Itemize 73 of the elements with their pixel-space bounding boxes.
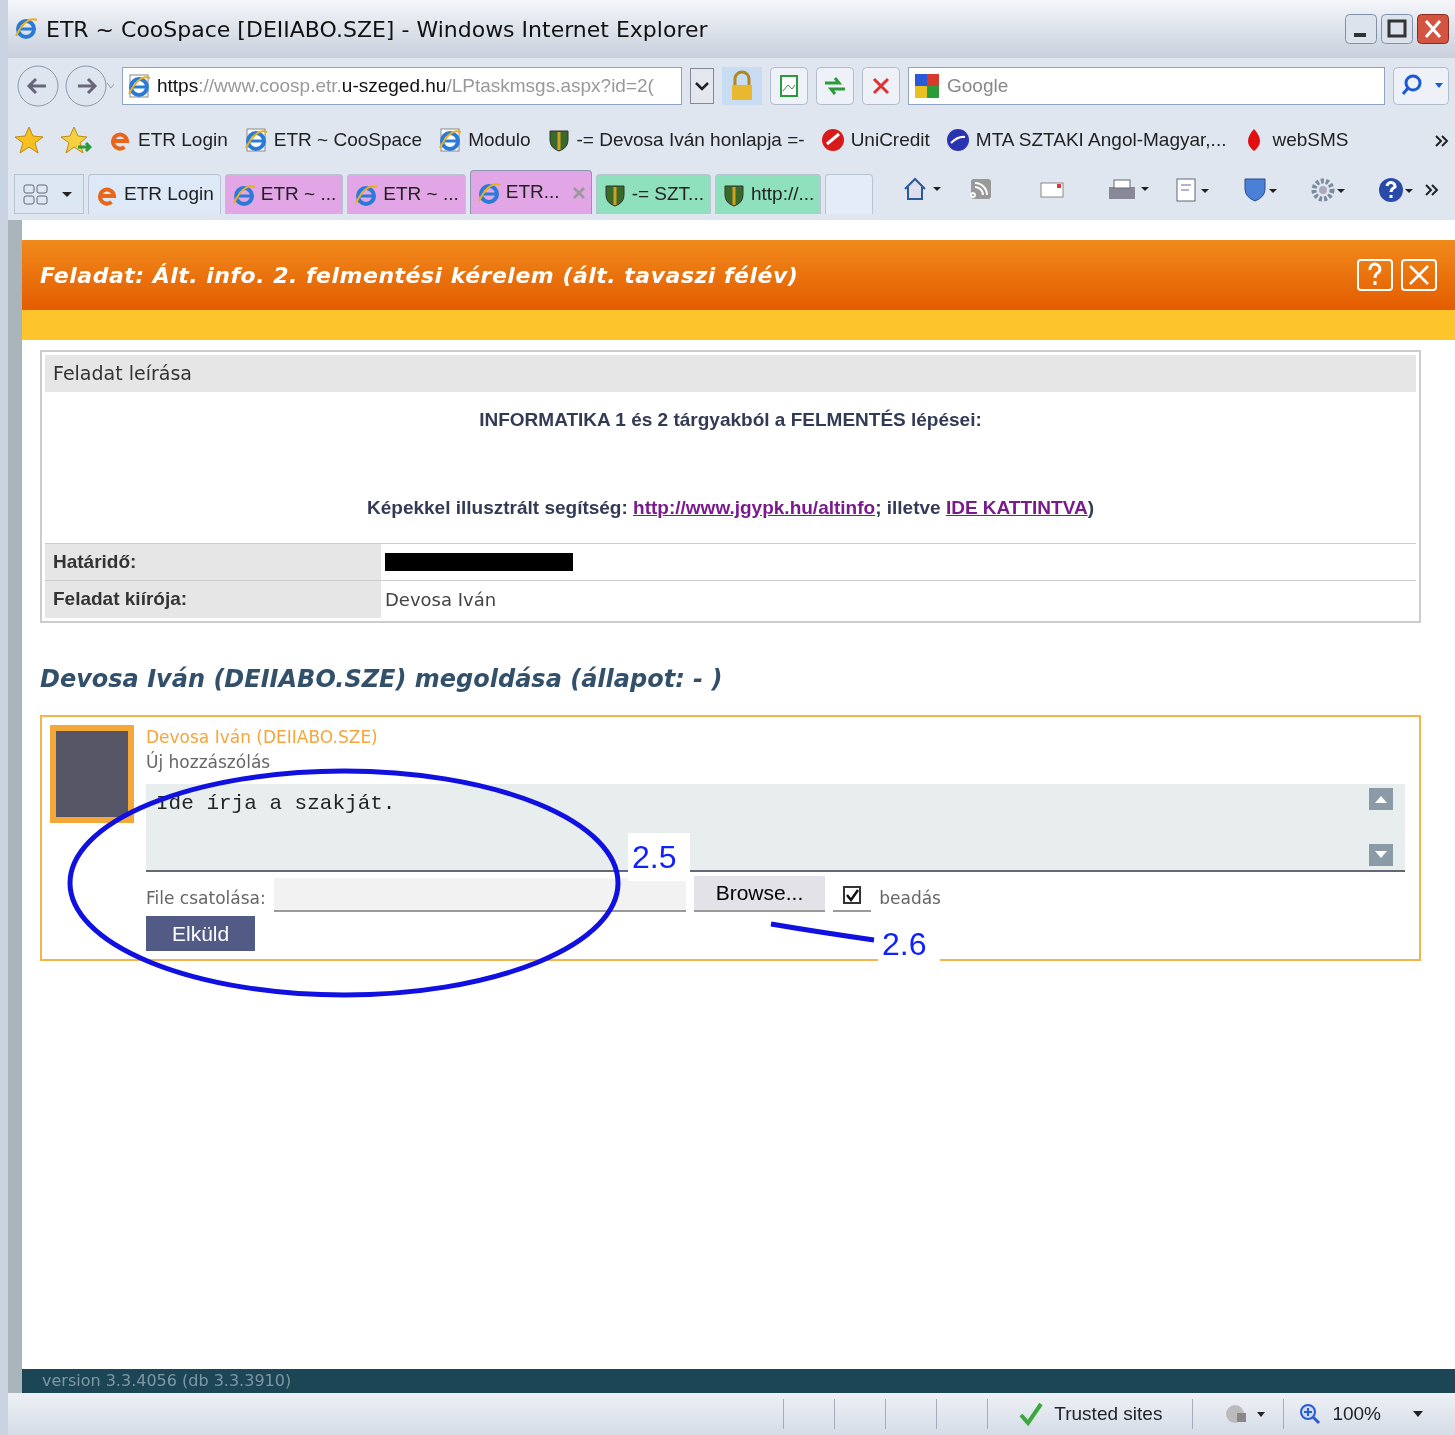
zoom-level[interactable]: 100% xyxy=(1332,1399,1381,1429)
search-field[interactable]: Google xyxy=(908,67,1385,105)
solution-heading: Devosa Iván (DEIIABO.SZE) megoldása (állapot: - ) xyxy=(40,663,724,695)
link[interactable]: IDE KATTINTVA xyxy=(945,497,1088,518)
favorite-link[interactable]: webSMS xyxy=(1242,125,1349,155)
site-icon xyxy=(820,128,845,152)
quick-tabs-icon[interactable] xyxy=(14,174,84,214)
browse-button[interactable]: Browse... xyxy=(693,875,826,912)
zone-text: Trusted sites xyxy=(1054,1401,1163,1426)
star-icon[interactable] xyxy=(14,125,44,155)
section-title: Feladat leírása xyxy=(45,355,1416,392)
search-placeholder: Google xyxy=(947,73,1009,98)
site-icon xyxy=(602,182,627,207)
link[interactable]: http://www.jgypk.hu/altinfo xyxy=(633,497,876,518)
browser-tab[interactable]: ETR ~ ... xyxy=(347,174,466,214)
site-icon xyxy=(721,182,746,207)
browser-tab[interactable]: http://... xyxy=(714,174,822,214)
window-title: ETR ~ CooSpace [DEIIABO.SZE] - Windows Internet Explorer xyxy=(46,15,708,44)
favorite-link[interactable]: -= Devosa Iván honlapja =- xyxy=(546,125,805,155)
chevron-icon[interactable] xyxy=(1435,133,1449,148)
page-icon xyxy=(127,74,151,98)
address-field[interactable]: https://www.coosp.etr.u-szeged.hu/LPtaskmsgs.aspx?id=2( xyxy=(122,67,682,105)
browser-tab[interactable]: ETR Login xyxy=(88,174,221,214)
help-text: ) xyxy=(1087,497,1094,518)
padlock-icon[interactable] xyxy=(722,67,762,105)
file-input[interactable] xyxy=(273,877,686,912)
site-icon xyxy=(476,180,501,205)
author-name: Devosa Iván (DEIIABO.SZE) xyxy=(146,725,379,749)
google-icon xyxy=(913,72,941,100)
favorite-link[interactable]: UniCredit xyxy=(820,125,930,155)
search-icon[interactable] xyxy=(1393,67,1449,105)
help-text: ; illetve xyxy=(875,497,942,518)
browser-tab[interactable]: ETR ~ ... xyxy=(224,174,344,214)
check-icon xyxy=(845,887,860,902)
browser-tab[interactable]: -= SZT... xyxy=(595,174,711,214)
task-header: Feladat: Ált. info. 2. felmentési kérelem (ált. tavaszi félév) xyxy=(22,240,1455,310)
minimize-icon[interactable] xyxy=(1345,14,1377,44)
field-label: Feladat kiírója: xyxy=(45,581,381,618)
site-icon xyxy=(438,128,463,152)
field-value: Devosa Iván xyxy=(385,587,497,612)
stop-icon[interactable] xyxy=(862,67,900,105)
compatibility-icon[interactable] xyxy=(770,67,808,105)
scroll-up-icon[interactable] xyxy=(1369,787,1393,810)
favorite-link[interactable]: ETR Login xyxy=(108,125,228,155)
dropdown-icon[interactable] xyxy=(690,68,714,104)
refresh-icon[interactable] xyxy=(816,67,854,105)
help-text: Képekkel illusztrált segítség: xyxy=(367,497,629,518)
post-subtitle: Új hozzászólás xyxy=(146,750,272,774)
zoom-icon[interactable] xyxy=(1298,1402,1323,1426)
maximize-icon[interactable] xyxy=(1381,14,1413,44)
site-icon xyxy=(231,182,256,207)
url-text: https://www.coosp.etr.u-szeged.hu/LPtaskmsgs.aspx?id=2( xyxy=(157,73,654,98)
annotation-label: 2.5 xyxy=(628,833,691,881)
site-icon xyxy=(243,128,268,152)
back-forward-icon[interactable] xyxy=(14,63,114,109)
favorite-link[interactable]: MTA SZTAKI Angol-Magyar,... xyxy=(945,125,1227,155)
field-label: Határidő: xyxy=(45,543,381,580)
favorite-link[interactable]: ETR ~ CooSpace xyxy=(243,125,423,155)
task-heading: INFORMATIKA 1 és 2 tárgyakból a FELMENTÉS lépései: xyxy=(478,407,983,432)
file-label: File csatolása: xyxy=(146,887,266,910)
send-button[interactable]: Elküld xyxy=(146,915,256,951)
site-icon xyxy=(945,128,970,152)
add-favorite-icon[interactable] xyxy=(60,125,92,155)
scroll-down-icon[interactable] xyxy=(1369,843,1393,866)
checkbox-label: beadás xyxy=(879,887,941,910)
site-icon xyxy=(354,182,379,207)
browser-tab[interactable]: ETR... xyxy=(469,170,592,214)
site-icon xyxy=(546,128,571,152)
ie-logo-icon xyxy=(14,16,40,42)
chevron-icon[interactable] xyxy=(1425,183,1440,197)
check-icon xyxy=(1018,1401,1045,1427)
close-icon[interactable] xyxy=(1417,14,1449,44)
favorite-link[interactable]: Modulo xyxy=(438,125,531,155)
